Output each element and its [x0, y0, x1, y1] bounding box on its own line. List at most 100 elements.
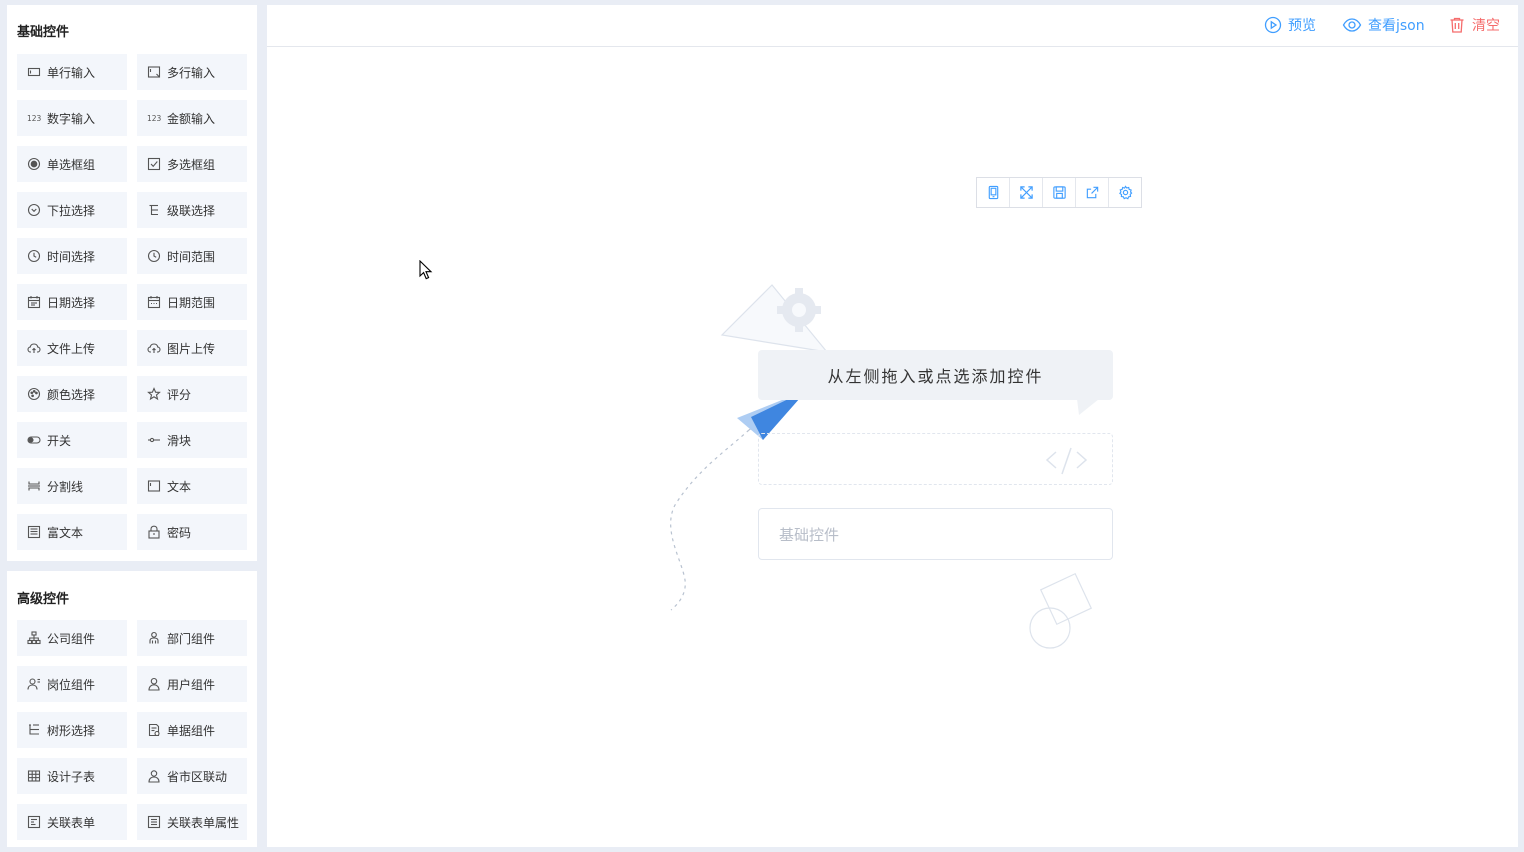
basic-control-4[interactable]: 123 金额输入 — [137, 100, 247, 136]
control-label: 级联选择 — [167, 203, 216, 218]
dropdown-icon — [27, 203, 41, 217]
basic-controls-title: 基础控件 — [17, 25, 70, 40]
control-label: 颜色选择 — [47, 387, 96, 402]
basic-control-22[interactable]: 密码 — [137, 514, 247, 550]
basic-control-8[interactable]: 级联选择 — [137, 192, 247, 228]
save-icon — [1052, 186, 1066, 199]
basic-control-1[interactable]: 单行输入 — [17, 54, 127, 90]
advanced-control-4[interactable]: 用户组件 — [137, 666, 247, 702]
control-label: 关联表单 — [47, 815, 96, 830]
calendar-icon — [27, 295, 41, 309]
control-label: 设计子表 — [47, 769, 96, 784]
basic-control-17[interactable]: 开关 — [17, 422, 127, 458]
basic-control-12[interactable]: 日期范围 — [137, 284, 247, 320]
eye-icon — [1342, 18, 1362, 32]
control-label: 多行输入 — [167, 65, 216, 80]
clear-label: 清空 — [1472, 18, 1500, 34]
advanced-control-5[interactable]: 树形选择 — [17, 712, 127, 748]
view-json-label: 查看json — [1368, 18, 1425, 34]
control-label: 单选框组 — [47, 157, 96, 172]
control-label: 用户组件 — [167, 677, 216, 692]
amount-input-icon: 123 — [147, 111, 161, 125]
basic-control-2[interactable]: 多行输入 — [137, 54, 247, 90]
basic-control-6[interactable]: 多选框组 — [137, 146, 247, 182]
svg-text:123: 123 — [147, 114, 161, 123]
advanced-control-1[interactable]: 公司组件 — [17, 620, 127, 656]
base-control-placeholder: 基础控件 — [758, 508, 1113, 560]
control-label: 下拉选择 — [47, 203, 96, 218]
rich-text-icon — [27, 525, 41, 539]
control-label: 富文本 — [47, 525, 84, 540]
save-button[interactable] — [1043, 178, 1076, 207]
mobile-view-button[interactable] — [977, 178, 1010, 207]
table-icon — [27, 769, 41, 783]
device-toolbar — [976, 177, 1142, 208]
advanced-control-2[interactable]: 部门组件 — [137, 620, 247, 656]
control-label: 关联表单属性 — [167, 815, 240, 830]
advanced-controls-grid: 公司组件 部门组件岗位组件 用户组件树形选择 单据组件设计子表 省市区联动关联表单 关联表… — [17, 620, 247, 840]
control-label: 公司组件 — [47, 631, 96, 646]
slider-icon — [147, 433, 161, 447]
control-label: 滑块 — [167, 433, 192, 448]
org-tree-icon — [27, 631, 41, 645]
form-canvas[interactable]: 预览 查看json 清空 从左侧拖入或点选添加控件 基础控件 — [267, 5, 1518, 847]
star-icon — [147, 387, 161, 401]
advanced-controls-title: 高级控件 — [17, 592, 70, 607]
mouse-cursor-icon — [419, 260, 433, 280]
basic-controls-grid: 单行输入 多行输入 123 数字输入 123 金额输入 单选框组 多选框组 下拉选择 级联选择 时间… — [17, 54, 247, 550]
play-circle-icon — [1264, 16, 1282, 34]
basic-control-10[interactable]: 时间范围 — [137, 238, 247, 274]
control-label: 岗位组件 — [47, 677, 96, 692]
clear-button[interactable]: 清空 — [1448, 15, 1500, 35]
control-label: 密码 — [167, 525, 192, 540]
trash-icon — [1450, 17, 1464, 33]
control-label: 树形选择 — [47, 723, 96, 738]
basic-control-16[interactable]: 评分 — [137, 376, 247, 412]
document-icon — [147, 723, 161, 737]
control-label: 时间选择 — [47, 249, 96, 264]
control-label: 金额输入 — [167, 111, 216, 126]
palette-icon — [27, 387, 41, 401]
text-icon — [147, 479, 161, 493]
clock-icon — [27, 249, 41, 263]
form-link-icon — [27, 815, 41, 829]
basic-control-15[interactable]: 颜色选择 — [17, 376, 127, 412]
control-label: 时间范围 — [167, 249, 216, 264]
location-user-icon — [147, 769, 161, 783]
basic-control-5[interactable]: 单选框组 — [17, 146, 127, 182]
preview-button[interactable]: 预览 — [1264, 15, 1316, 35]
basic-control-7[interactable]: 下拉选择 — [17, 192, 127, 228]
basic-control-18[interactable]: 滑块 — [137, 422, 247, 458]
tree-icon — [27, 723, 41, 737]
radio-icon — [27, 157, 41, 171]
basic-control-19[interactable]: 分割线 — [17, 468, 127, 504]
form-attr-icon — [147, 815, 161, 829]
export-icon — [1086, 186, 1098, 199]
advanced-control-7[interactable]: 设计子表 — [17, 758, 127, 794]
advanced-control-3[interactable]: 岗位组件 — [17, 666, 127, 702]
control-label: 单据组件 — [167, 723, 216, 738]
view-json-button[interactable]: 查看json — [1342, 15, 1425, 35]
canvas-toolbar: 预览 查看json 清空 — [267, 5, 1518, 47]
number-input-icon: 123 — [27, 111, 41, 125]
basic-control-9[interactable]: 时间选择 — [17, 238, 127, 274]
fullscreen-button[interactable] — [1010, 178, 1043, 207]
advanced-control-10[interactable]: 关联表单属性 — [137, 804, 247, 840]
basic-control-3[interactable]: 123 数字输入 — [17, 100, 127, 136]
basic-control-20[interactable]: 文本 — [137, 468, 247, 504]
basic-control-13[interactable]: 文件上传 — [17, 330, 127, 366]
toggle-icon — [27, 433, 41, 447]
empty-state-message: 从左侧拖入或点选添加控件 — [758, 350, 1113, 400]
image-upload-icon — [147, 341, 161, 355]
settings-button[interactable] — [1109, 178, 1141, 207]
advanced-control-6[interactable]: 单据组件 — [137, 712, 247, 748]
export-button[interactable] — [1076, 178, 1109, 207]
advanced-control-9[interactable]: 关联表单 — [17, 804, 127, 840]
basic-control-14[interactable]: 图片上传 — [137, 330, 247, 366]
advanced-control-8[interactable]: 省市区联动 — [137, 758, 247, 794]
control-label: 开关 — [47, 433, 72, 448]
basic-control-11[interactable]: 日期选择 — [17, 284, 127, 320]
basic-control-21[interactable]: 富文本 — [17, 514, 127, 550]
svg-text:123: 123 — [27, 114, 41, 123]
advanced-controls-panel: 高级控件 公司组件 部门组件岗位组件 用户组件树形选择 单据组件设计子表 省市区联动关联… — [7, 571, 257, 847]
